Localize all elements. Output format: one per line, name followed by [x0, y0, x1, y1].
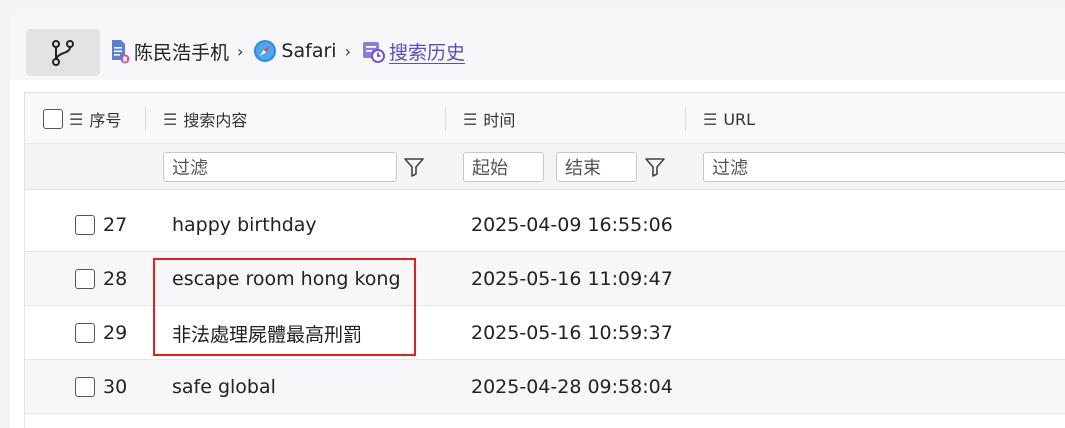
- select-all-checkbox[interactable]: [43, 109, 63, 129]
- breadcrumb-bar: 陈民浩手机 › Safari › 搜索历史: [10, 14, 1065, 80]
- row-search: safe global: [172, 376, 276, 398]
- row-index-value: 30: [103, 376, 128, 398]
- crumb-app[interactable]: Safari: [253, 39, 337, 63]
- row-index: 29: [75, 306, 127, 360]
- funnel-icon[interactable]: [401, 154, 427, 180]
- crumb-app-label: Safari: [281, 40, 337, 62]
- list-icon: ☰: [703, 109, 718, 129]
- crumb-device-label: 陈民浩手机: [134, 41, 230, 64]
- column-divider[interactable]: [445, 107, 446, 131]
- column-divider[interactable]: [145, 107, 146, 131]
- column-index[interactable]: ☰ 序号: [43, 93, 121, 145]
- column-time[interactable]: ☰ 时间: [463, 93, 515, 145]
- row-index-value: 27: [103, 214, 128, 236]
- row-index: 30: [75, 360, 127, 414]
- breadcrumb: 陈民浩手机 › Safari › 搜索历史: [110, 36, 465, 66]
- row-checkbox[interactable]: [75, 323, 95, 343]
- column-url-label: URL: [723, 109, 756, 129]
- phone-doc-icon: [112, 40, 130, 64]
- row-checkbox[interactable]: [75, 269, 95, 289]
- filter-row: 过滤 起始 结束 过滤: [25, 144, 1065, 190]
- column-url[interactable]: ☰ URL: [703, 93, 755, 145]
- start-time-input[interactable]: 起始: [463, 152, 544, 182]
- row-index: 27: [75, 198, 127, 252]
- table-row[interactable]: 27 happy birthday 2025-04-09 16:55:06: [25, 198, 1065, 252]
- safari-compass-icon: [254, 40, 277, 62]
- row-time: 2025-05-16 11:09:47: [471, 268, 673, 290]
- top-strip: [0, 0, 1065, 14]
- column-search-label: 搜索内容: [183, 111, 248, 130]
- branch-icon: [52, 39, 74, 66]
- row-index-value: 28: [103, 268, 128, 290]
- chevron-right-icon: ›: [344, 41, 351, 61]
- list-icon: ☰: [463, 109, 478, 129]
- funnel-icon[interactable]: [642, 154, 668, 180]
- list-icon: ☰: [163, 109, 178, 129]
- column-index-label: 序号: [89, 111, 122, 130]
- row-time: 2025-05-16 10:59:37: [471, 322, 673, 344]
- row-search: happy birthday: [172, 214, 317, 236]
- table-row[interactable]: 30 safe global 2025-04-28 09:58:04: [25, 360, 1065, 414]
- column-time-label: 时间: [483, 111, 516, 130]
- search-filter-input[interactable]: 过滤: [163, 152, 397, 182]
- left-strip: [0, 14, 10, 428]
- row-time: 2025-04-09 16:55:06: [471, 214, 673, 236]
- row-index: 28: [75, 252, 127, 306]
- branch-button[interactable]: [26, 29, 100, 76]
- chevron-right-icon: ›: [237, 41, 244, 61]
- history-icon: [362, 42, 385, 63]
- column-search[interactable]: ☰ 搜索内容: [163, 93, 247, 145]
- highlight-annotation-box: [153, 258, 416, 356]
- row-checkbox[interactable]: [75, 215, 95, 235]
- crumb-device[interactable]: 陈民浩手机: [110, 38, 229, 65]
- row-index-value: 29: [103, 322, 128, 344]
- list-icon: ☰: [69, 109, 84, 129]
- url-filter-input[interactable]: 过滤: [703, 152, 1065, 182]
- row-checkbox[interactable]: [75, 377, 95, 397]
- crumb-page[interactable]: 搜索历史: [361, 38, 465, 65]
- crumb-page-label: 搜索历史: [388, 41, 465, 64]
- column-divider[interactable]: [685, 107, 686, 131]
- row-time: 2025-04-28 09:58:04: [471, 376, 673, 398]
- end-time-input[interactable]: 结束: [556, 152, 637, 182]
- table-header: ☰ 序号 ☰ 搜索内容 ☰ 时间 ☰ URL: [25, 92, 1065, 144]
